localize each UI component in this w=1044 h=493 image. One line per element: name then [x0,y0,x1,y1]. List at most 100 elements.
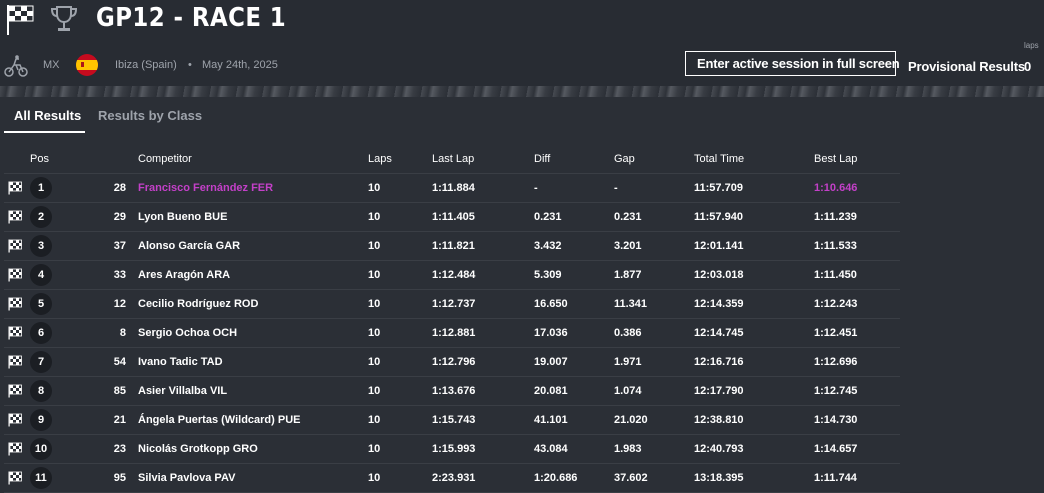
competitor-name[interactable]: Cecilio Rodríguez ROD [138,289,368,319]
table-row[interactable]: 8 85 Asier Villalba VIL 10 1:13.676 20.081 1.0… [4,376,900,406]
diff-value: 1:20.686 [534,463,614,493]
diff-value: 20.081 [534,376,614,406]
tab-all-results[interactable]: All Results [14,108,81,123]
pos-cell: 6 [30,318,58,348]
checkered-flag-icon [8,210,22,224]
last-lap-value: 1:11.821 [432,231,534,261]
table-row[interactable]: 10 23 Nicolás Grotkopp GRO 10 1:15.993 43.084… [4,434,900,464]
table-row[interactable]: 2 29 Lyon Bueno BUE 10 1:11.405 0.231 0.231 11:… [4,202,900,232]
gap-value: 1.074 [614,376,694,406]
laps-value: 10 [368,260,432,290]
total-time-value: 11:57.940 [694,202,814,232]
competitor-name[interactable]: Ivano Tadic TAD [138,347,368,377]
table-row[interactable]: 6 8 Sergio Ochoa OCH 10 1:12.881 17.036 0.386 1… [4,318,900,348]
diff-value: 5.309 [534,260,614,290]
fullscreen-button[interactable]: Enter active session in full screen [685,51,900,76]
laps-value: 10 [368,463,432,493]
best-lap-value: 1:10.646 [814,173,900,203]
competitor-name[interactable]: Ángela Puertas (Wildcard) PUE [138,405,368,435]
best-lap-value: 1:12.696 [814,347,900,377]
table-row[interactable]: 5 12 Cecilio Rodríguez ROD 10 1:12.737 16.650… [4,289,900,319]
tab-results-by-class[interactable]: Results by Class [98,108,202,123]
row-flag-cell [4,318,30,348]
checkered-flag-icon [8,471,22,485]
bike-number: 85 [58,376,138,406]
gap-value: 1.971 [614,347,694,377]
row-flag-cell [4,405,30,435]
row-flag-cell [4,202,30,232]
bike-number: 33 [58,260,138,290]
gap-value: 0.386 [614,318,694,348]
diff-value: 16.650 [534,289,614,319]
laps-value: 10 [368,434,432,464]
column-header-number [58,145,138,174]
last-lap-value: 1:15.993 [432,434,534,464]
position-badge: 11 [30,467,52,489]
bike-number: 37 [58,231,138,261]
table-row[interactable]: 1 28 Francisco Fernández FER 10 1:11.884- -11… [4,173,900,203]
checkered-flag-icon [8,326,22,340]
header-background-image [0,86,1044,97]
column-header-laps[interactable]: Laps [368,145,432,174]
table-header-row: Pos Competitor Laps Last Lap Diff Gap To… [4,145,900,174]
checkered-flag-icon [8,239,22,253]
column-header-last-lap[interactable]: Last Lap [432,145,534,174]
laps-value: 10 [368,347,432,377]
bike-number: 29 [58,202,138,232]
column-header-diff[interactable]: Diff [534,145,614,174]
column-header-gap[interactable]: Gap [614,145,694,174]
bike-number: 95 [58,463,138,493]
row-flag-cell [4,376,30,406]
pos-cell: 4 [30,260,58,290]
gap-value: 1.877 [614,260,694,290]
position-badge: 4 [30,264,52,286]
gap-value: 21.020 [614,405,694,435]
pos-cell: 1 [30,173,58,203]
bike-number: 54 [58,347,138,377]
bike-number: 8 [58,318,138,348]
column-header-pos[interactable]: Pos [30,145,58,174]
competitor-name[interactable]: Sergio Ochoa OCH [138,318,368,348]
competitor-name[interactable]: Nicolás Grotkopp GRO [138,434,368,464]
column-header-total-time[interactable]: Total Time [694,145,814,174]
position-badge: 6 [30,322,52,344]
total-time-value: 11:57.709 [694,173,814,203]
discipline-label: MX [43,59,60,71]
bike-number: 21 [58,405,138,435]
table-row[interactable]: 4 33 Ares Aragón ARA 10 1:12.484 5.309 1.877 12… [4,260,900,290]
pos-cell: 5 [30,289,58,319]
table-row[interactable]: 9 21 Ángela Puertas (Wildcard) PUE 10 1:15.7… [4,405,900,435]
bike-number: 12 [58,289,138,319]
motocross-bike-icon [4,55,28,77]
row-flag-cell [4,260,30,290]
competitor-name[interactable]: Ares Aragón ARA [138,260,368,290]
laps-value: 10 [368,202,432,232]
diff-value: 43.084 [534,434,614,464]
table-row[interactable]: 3 37 Alonso García GAR 10 1:11.821 3.432 3.201… [4,231,900,261]
position-badge: 8 [30,380,52,402]
total-time-value: 12:14.359 [694,289,814,319]
competitor-name[interactable]: Lyon Bueno BUE [138,202,368,232]
table-row[interactable]: 11 95 Silvia Pavlova PAV 10 2:23.931 1:20.686… [4,463,900,493]
total-time-value: 12:17.790 [694,376,814,406]
gap-value: 3.201 [614,231,694,261]
diff-value: 17.036 [534,318,614,348]
table-row[interactable]: 7 54 Ivano Tadic TAD 10 1:12.796 19.007 1.971 1… [4,347,900,377]
pos-cell: 9 [30,405,58,435]
best-lap-value: 1:11.239 [814,202,900,232]
checkered-flag-icon [8,442,22,456]
diff-value: 41.101 [534,405,614,435]
competitor-name[interactable]: Asier Villalba VIL [138,376,368,406]
competitor-name[interactable]: Alonso García GAR [138,231,368,261]
column-header-competitor[interactable]: Competitor [138,145,368,174]
pos-cell: 10 [30,434,58,464]
row-flag-cell [4,173,30,203]
checkered-flag-icon [8,297,22,311]
competitor-name[interactable]: Francisco Fernández FER [138,173,368,203]
pos-cell: 11 [30,463,58,493]
competitor-name[interactable]: Silvia Pavlova PAV [138,463,368,493]
pos-cell: 8 [30,376,58,406]
column-header-best-lap[interactable]: Best Lap [814,145,900,174]
diff-value: 19.007 [534,347,614,377]
bike-number: 23 [58,434,138,464]
